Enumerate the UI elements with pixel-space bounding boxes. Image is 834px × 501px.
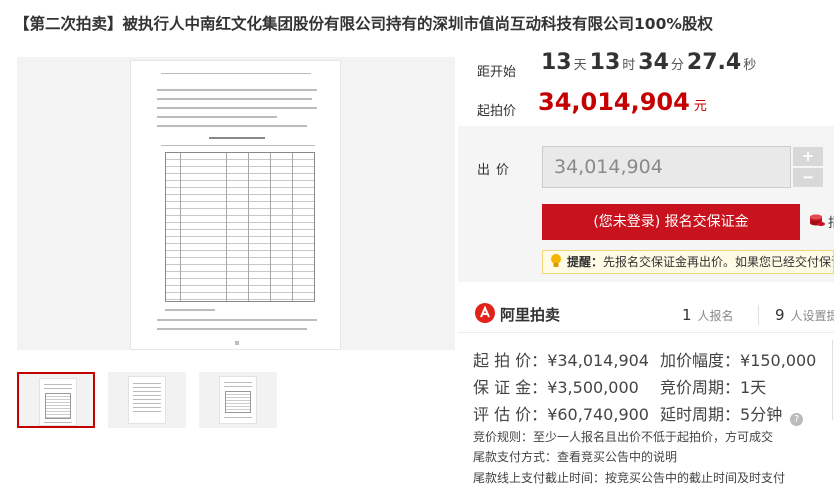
thumbnail-1[interactable] (17, 372, 95, 428)
info-key: 评 估 价： (473, 405, 548, 424)
rule-key: 尾款支付方式： (473, 450, 558, 464)
ali-auction-logo (475, 303, 495, 323)
decrease-bid-button[interactable]: − (793, 168, 823, 187)
rule-row: 尾款支付方式：查看竞买公告中的说明 (473, 448, 677, 465)
countdown-hours-unit: 时 (622, 58, 636, 73)
reminders-unit: 人设置提 (790, 309, 834, 323)
rule-key: 尾款线上支付截止时间： (473, 471, 606, 485)
deposit-guide-link[interactable]: 指 (828, 212, 834, 231)
signups-stat: 1 人报名 (682, 305, 734, 324)
countdown-seconds: 27.4 (686, 50, 742, 75)
signups-unit: 人报名 (697, 309, 734, 323)
countdown-minutes: 34 (638, 50, 669, 75)
rule-row: 竞价规则：至少一人报名且出价不低于起拍价，方可成交 (473, 428, 773, 445)
stat-divider (758, 305, 759, 325)
rule-row: 尾款线上支付截止时间：按竞买公告中的截止时间及时支付 (473, 469, 785, 486)
brand-name: 阿里拍卖 (500, 306, 561, 324)
info-delay-period: 延时周期：5分钟? (660, 401, 804, 426)
increase-bid-button[interactable]: + (793, 147, 823, 166)
countdown-minutes-unit: 分 (670, 58, 684, 73)
info-start-price: 起 拍 价：¥34,014,904 (473, 347, 649, 371)
info-increment: 加价幅度：¥150,000 (660, 347, 816, 371)
info-key: 竞价周期： (660, 378, 741, 397)
start-price-value: 34,014,904 元 (538, 88, 707, 116)
thumbnail-2[interactable] (108, 372, 186, 428)
info-appraisal: 评 估 价：¥60,740,900 (473, 401, 649, 425)
info-value: 1天 (740, 378, 767, 397)
rule-key: 竞价规则： (473, 430, 534, 444)
info-divider (832, 340, 833, 420)
start-price-amount: 34,014,904 (538, 88, 690, 116)
rule-value: 至少一人报名且出价不低于起拍价，方可成交 (533, 430, 774, 444)
info-value: ¥60,740,900 (547, 405, 649, 424)
countdown-days: 13 (541, 50, 572, 75)
document-page (130, 60, 341, 350)
info-key: 加价幅度： (660, 351, 741, 370)
page-title: 【第二次拍卖】被执行人中南红文化集团股份有限公司持有的深圳市值尚互动科技有限公司… (14, 15, 713, 33)
thumbnail-3[interactable] (199, 372, 277, 428)
info-value: 5分钟 (740, 405, 783, 424)
info-key: 延时周期： (660, 405, 741, 424)
start-price-unit: 元 (693, 99, 707, 114)
countdown-days-unit: 天 (573, 58, 587, 73)
info-bid-period: 竞价周期：1天 (660, 374, 766, 398)
tip-title: 提醒： (567, 255, 604, 269)
bid-stepper: + − (793, 147, 823, 187)
bid-label: 出价 (477, 163, 516, 178)
brand-row: 阿里拍卖 1 人报名 9 人设置提 (458, 293, 834, 333)
coins-icon (810, 214, 825, 226)
reminders-count: 9 (775, 306, 785, 324)
info-value: ¥3,500,000 (547, 378, 639, 397)
info-value: ¥150,000 (740, 351, 817, 370)
countdown-timer: 13 天 13 时 34 分 27.4 秒 (541, 50, 759, 75)
start-price-label: 起拍价 (477, 104, 517, 119)
rule-value: 按竞买公告中的截止时间及时支付 (605, 471, 786, 485)
login-tip: 提醒：先报名交保证金再出价。如果您已经交付保证 (542, 250, 834, 274)
countdown-seconds-unit: 秒 (743, 58, 757, 73)
main-image[interactable] (17, 57, 455, 350)
bid-input[interactable]: 34,014,904 (542, 146, 791, 188)
info-deposit: 保 证 金：¥3,500,000 (473, 374, 639, 398)
rule-value: 查看竞买公告中的说明 (557, 450, 678, 464)
tip-text: 先报名交保证金再出价。如果您已经交付保证 (603, 255, 834, 269)
signup-deposit-button[interactable]: (您未登录) 报名交保证金 (542, 204, 800, 240)
countdown-hours: 13 (589, 50, 621, 75)
info-key: 保 证 金： (473, 378, 548, 397)
bid-panel: 出价 34,014,904 + − (您未登录) 报名交保证金 指 提醒：先报名… (458, 126, 834, 282)
question-icon[interactable]: ? (790, 413, 804, 426)
reminders-stat: 9 人设置提 (775, 305, 834, 324)
countdown-label: 距开始 (477, 65, 517, 80)
signups-count: 1 (682, 306, 692, 324)
bulb-icon (551, 254, 561, 267)
info-value: ¥34,014,904 (547, 351, 649, 370)
info-key: 起 拍 价： (473, 351, 548, 370)
